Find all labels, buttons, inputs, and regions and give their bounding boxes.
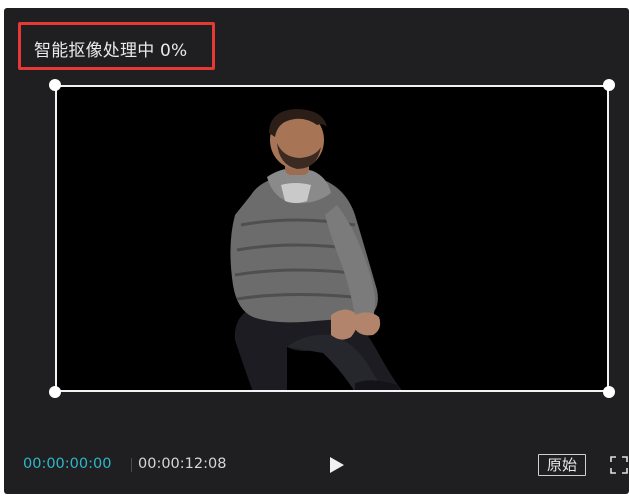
- resize-handle-top-right[interactable]: [603, 79, 615, 91]
- fullscreen-button[interactable]: [610, 456, 628, 474]
- resize-handle-bottom-right[interactable]: [603, 386, 615, 398]
- resize-handle-bottom-left[interactable]: [49, 386, 61, 398]
- timecode-divider: [131, 458, 132, 472]
- play-icon: [330, 457, 344, 473]
- total-timecode: 00:00:12:08: [138, 456, 227, 472]
- matting-status-text: 智能抠像处理中 0%: [34, 41, 188, 61]
- player-panel: 智能抠像处理中 0% 00:00:00:00 00:00:12:08 原始: [4, 8, 629, 494]
- play-button[interactable]: [324, 453, 348, 477]
- fullscreen-icon: [610, 456, 628, 474]
- current-timecode: 00:00:00:00: [23, 456, 112, 472]
- person-cutout-image: [230, 109, 403, 392]
- video-preview[interactable]: [55, 85, 609, 392]
- original-ratio-button[interactable]: 原始: [538, 454, 586, 476]
- resize-handle-top-left[interactable]: [49, 79, 61, 91]
